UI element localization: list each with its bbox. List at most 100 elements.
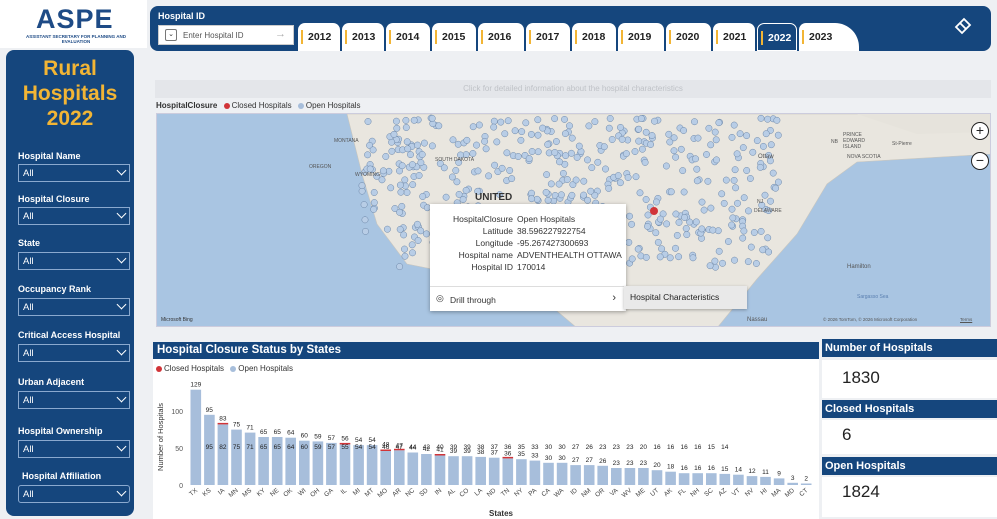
closure-status-chart[interactable]: 0 50 100 Number of Hospitals States 129 TX 95 95… xyxy=(153,359,819,519)
hospital-dot[interactable] xyxy=(410,116,418,124)
hospital-dot[interactable] xyxy=(408,161,416,169)
state-dropdown[interactable]: All xyxy=(18,252,130,270)
hospital-dot[interactable] xyxy=(729,214,737,222)
chart-svg[interactable]: 050100Number of HospitalsStates129TX9595… xyxy=(153,359,819,519)
hospital-dot[interactable] xyxy=(522,119,530,127)
bar-open[interactable] xyxy=(733,474,744,485)
bar-open[interactable] xyxy=(556,462,568,485)
hospital-dot[interactable] xyxy=(744,258,752,266)
hospital-dot[interactable] xyxy=(534,148,542,156)
occupancy-rank-dropdown[interactable]: All xyxy=(18,298,130,316)
hospital-dot[interactable] xyxy=(491,161,499,169)
hospital-dot[interactable] xyxy=(407,151,414,159)
hospital-dot[interactable] xyxy=(573,153,581,161)
hospital-dot[interactable] xyxy=(769,169,777,177)
bar-open[interactable] xyxy=(366,445,378,485)
bar-open[interactable] xyxy=(624,468,636,485)
hospital-dot[interactable] xyxy=(392,117,400,125)
hospital-dot[interactable] xyxy=(379,167,387,175)
hospital-dot[interactable] xyxy=(414,141,421,149)
hospital-dot[interactable] xyxy=(624,174,632,181)
bar-open[interactable] xyxy=(244,432,256,485)
bar-open[interactable] xyxy=(394,450,405,485)
hospital-dot[interactable] xyxy=(417,159,425,167)
hospital-dot[interactable] xyxy=(449,136,457,144)
hospital-dot[interactable] xyxy=(463,136,471,144)
hospital-dot[interactable] xyxy=(632,173,640,181)
hospital-dot[interactable] xyxy=(396,208,404,216)
hospital-dot[interactable] xyxy=(739,234,747,242)
hospital-dot[interactable] xyxy=(736,130,744,138)
hospital-dot[interactable] xyxy=(398,162,406,170)
hospital-dot[interactable] xyxy=(561,115,568,123)
hospital-dot[interactable] xyxy=(764,234,772,242)
hospital-dot[interactable] xyxy=(575,142,583,150)
hospital-dot[interactable] xyxy=(749,148,757,156)
hospital-dot[interactable] xyxy=(418,151,426,158)
clear-filters-icon[interactable] xyxy=(953,16,973,36)
hospital-dot[interactable] xyxy=(605,184,613,192)
hospital-dot[interactable] xyxy=(555,180,563,188)
hospital-dot[interactable] xyxy=(767,197,774,205)
hospital-dot[interactable] xyxy=(544,141,552,148)
hospital-dot[interactable] xyxy=(419,193,427,200)
hospital-dot[interactable] xyxy=(728,221,736,229)
hospital-dot[interactable] xyxy=(401,176,409,184)
hospital-dot[interactable] xyxy=(562,152,570,160)
hospital-dot[interactable] xyxy=(670,147,678,155)
hospital-dot[interactable] xyxy=(767,141,775,149)
hospital-dot[interactable] xyxy=(715,119,723,127)
hospital-dot[interactable] xyxy=(403,138,411,146)
hospital-dot[interactable] xyxy=(591,118,599,126)
bar-open[interactable] xyxy=(570,465,581,485)
hospital-dot[interactable] xyxy=(508,175,516,183)
hospital-dot[interactable] xyxy=(638,145,646,153)
tab-2013[interactable]: 2013 xyxy=(342,23,384,51)
hospital-dot[interactable] xyxy=(452,167,460,174)
chevron-down-icon[interactable]: ⌄ xyxy=(165,29,177,41)
hospital-dot[interactable] xyxy=(652,198,660,206)
hospital-dot[interactable] xyxy=(759,142,767,150)
hospital-dot[interactable] xyxy=(559,169,567,177)
hospital-dot[interactable] xyxy=(588,164,596,172)
hospital-dot[interactable] xyxy=(679,167,687,175)
bar-open[interactable] xyxy=(488,457,500,485)
hospital-dot[interactable] xyxy=(672,153,680,161)
tab-2022[interactable]: 2022 xyxy=(757,23,797,51)
hospital-dot[interactable] xyxy=(757,227,765,235)
hospital-dot[interactable] xyxy=(681,214,688,221)
hospital-dot[interactable] xyxy=(675,253,683,261)
bar-open[interactable] xyxy=(421,454,432,485)
hospital-dot[interactable] xyxy=(566,122,573,130)
hospital-dot[interactable] xyxy=(414,237,422,244)
hospital-dot[interactable] xyxy=(720,199,728,207)
hospital-dot[interactable] xyxy=(473,141,480,149)
bar-open[interactable] xyxy=(746,476,758,485)
hospital-dot[interactable] xyxy=(568,191,576,199)
hospital-dot[interactable] xyxy=(692,218,700,226)
hospital-dot[interactable] xyxy=(682,225,690,232)
hospital-dot[interactable] xyxy=(587,187,595,195)
hospital-dot[interactable] xyxy=(453,178,461,186)
hospital-dot[interactable] xyxy=(728,133,736,141)
critical-access-dropdown[interactable]: All xyxy=(18,344,130,362)
hospital-dot[interactable] xyxy=(469,150,477,157)
hospital-dot[interactable] xyxy=(481,137,489,145)
hospital-dot[interactable] xyxy=(400,231,408,239)
hospital-dot[interactable] xyxy=(551,149,559,156)
tab-2020[interactable]: 2020 xyxy=(666,23,711,51)
hospital-dot[interactable] xyxy=(656,253,664,261)
hospital-dot[interactable] xyxy=(396,181,404,189)
hospital-dot[interactable] xyxy=(625,238,633,246)
hospital-dot[interactable] xyxy=(360,201,368,209)
hospital-dot[interactable] xyxy=(404,145,412,153)
bar-open[interactable] xyxy=(773,478,785,485)
hospital-dot[interactable] xyxy=(680,188,688,196)
hospital-dot[interactable] xyxy=(667,188,675,196)
hospital-dot[interactable] xyxy=(401,252,409,260)
hospital-dot[interactable] xyxy=(415,172,423,179)
tab-2018[interactable]: 2018 xyxy=(572,23,616,51)
hospital-dot[interactable] xyxy=(606,115,614,122)
hospital-dot[interactable] xyxy=(635,125,643,133)
hospital-dot[interactable] xyxy=(730,121,738,129)
